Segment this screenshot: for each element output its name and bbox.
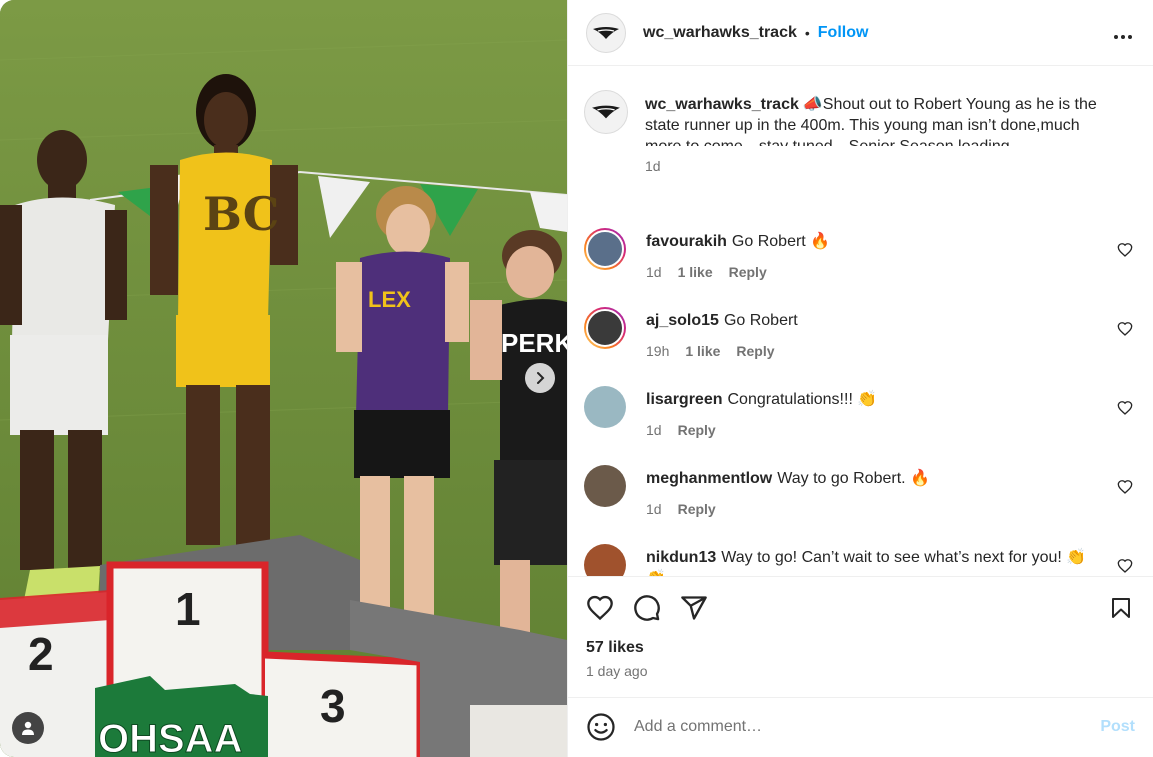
comment-item: meghanmentlow Way to go Robert. 🔥 1d Reply (584, 465, 1133, 517)
ohsaa-logo-text: OHSAA (98, 717, 242, 757)
comment-likes[interactable]: 1 like (678, 264, 713, 280)
bookmark-icon (1112, 597, 1130, 618)
avatar-image (586, 309, 624, 348)
comment-avatar[interactable] (584, 544, 626, 576)
lex-jersey-text: LEX (368, 287, 411, 312)
header-separator: • (804, 24, 810, 41)
comment-username[interactable]: aj_solo15 (646, 312, 719, 329)
warhawk-logo-icon (593, 26, 619, 39)
comment-item: lisargreen Congratulations!!! 👏 1d Reply (584, 386, 1133, 438)
comment-age: 1d (646, 264, 662, 281)
perk-jersey-text: PERK (501, 328, 567, 358)
comment-avatar[interactable] (584, 386, 626, 429)
likes-count[interactable]: 57 likes (586, 639, 1133, 657)
post-timestamp: 1 day ago (586, 662, 648, 679)
like-button[interactable] (586, 591, 620, 625)
follow-button[interactable]: Follow (818, 24, 869, 42)
author-username[interactable]: wc_warhawks_track (643, 24, 797, 42)
share-button[interactable] (680, 591, 714, 625)
next-photo-button[interactable] (525, 363, 555, 393)
save-button[interactable] (1099, 591, 1133, 625)
post-dialog: BC LEX PERK 1 2 3 OHSAA wc_warhawks_trac… (0, 0, 1153, 757)
post-details-panel: wc_warhawks_track • Follow wc_warhawks_t… (567, 0, 1153, 757)
comment-text: Way to go Robert. 🔥 (777, 470, 930, 488)
comment-item: favourakih Go Robert 🔥 1d 1 like Reply (584, 228, 1133, 280)
comment-item: nikdun13 Way to go! Can’t wait to see wha… (584, 544, 1133, 576)
caption-age: 1d (645, 158, 661, 175)
comment-likes[interactable]: 1 like (685, 343, 720, 359)
comment-age: 1d (646, 422, 662, 439)
more-horizontal-icon (1114, 34, 1132, 39)
like-comment-heart-icon[interactable] (1117, 400, 1133, 416)
tagged-users-button[interactable] (12, 712, 44, 744)
like-comment-heart-icon[interactable] (1117, 242, 1133, 258)
reply-button[interactable]: Reply (729, 264, 767, 280)
like-comment-heart-icon[interactable] (1117, 479, 1133, 495)
comment-avatar[interactable] (584, 465, 626, 508)
comment-username[interactable]: nikdun13 (646, 549, 716, 566)
chevron-right-icon (537, 372, 545, 384)
post-actions: 57 likes 1 day ago (568, 575, 1153, 697)
comment-avatar[interactable] (584, 228, 626, 271)
comment-username[interactable]: lisargreen (646, 391, 722, 408)
podium-number-1: 1 (175, 583, 201, 635)
reply-button[interactable]: Reply (736, 343, 774, 359)
comment-button[interactable] (633, 591, 667, 625)
comment-avatar[interactable] (584, 307, 626, 350)
avatar-image (586, 230, 624, 269)
caption: wc_warhawks_track 📣Shout out to Robert Yo… (584, 90, 1133, 174)
comment-input[interactable] (634, 718, 1101, 737)
emoji-icon[interactable] (586, 712, 616, 742)
comment-age: 1d (646, 501, 662, 518)
post-header: wc_warhawks_track • Follow (568, 0, 1153, 67)
author-avatar[interactable] (586, 12, 626, 53)
podium-photo: BC LEX PERK 1 2 3 OHSAA (0, 0, 567, 757)
like-comment-heart-icon[interactable] (1117, 321, 1133, 337)
more-options-button[interactable] (1113, 22, 1133, 44)
heart-icon (587, 595, 613, 620)
comments-list[interactable]: wc_warhawks_track 📣Shout out to Robert Yo… (568, 66, 1153, 576)
svg-text:BC: BC (203, 187, 279, 241)
comment-username[interactable]: meghanmentlow (646, 470, 772, 487)
warhawk-logo-icon (592, 105, 620, 119)
like-comment-heart-icon[interactable] (1117, 558, 1133, 574)
comment-composer: Post (568, 696, 1153, 757)
comment-username[interactable]: favourakih (646, 233, 727, 250)
caption-text-block: wc_warhawks_track 📣Shout out to Robert Yo… (645, 94, 1115, 146)
caption-author[interactable]: wc_warhawks_track (645, 96, 799, 113)
podium-number-2: 2 (28, 628, 54, 680)
caption-author-avatar[interactable] (584, 90, 628, 135)
comment-text: Go Robert 🔥 (731, 233, 831, 251)
comment-text: Congratulations!!! 👏 (727, 391, 878, 409)
user-tag-icon (22, 721, 34, 735)
podium-number-3: 3 (320, 680, 346, 732)
post-photo[interactable]: BC LEX PERK 1 2 3 OHSAA (0, 0, 567, 757)
comment-item: aj_solo15 Go Robert 19h 1 like Reply (584, 307, 1133, 359)
reply-button[interactable]: Reply (678, 422, 716, 438)
post-comment-button[interactable]: Post (1100, 718, 1135, 736)
comment-age: 19h (646, 343, 670, 360)
reply-button[interactable]: Reply (678, 501, 716, 517)
comment-text: Go Robert (723, 312, 798, 330)
comment-bubble-icon (634, 594, 660, 621)
paper-plane-icon (681, 595, 707, 620)
